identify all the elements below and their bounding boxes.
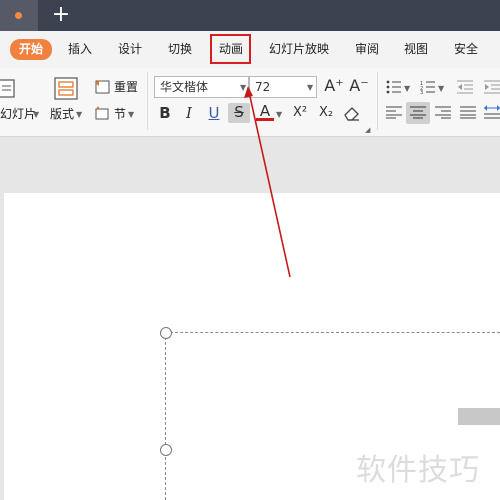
- annotation-arrow: [244, 86, 291, 278]
